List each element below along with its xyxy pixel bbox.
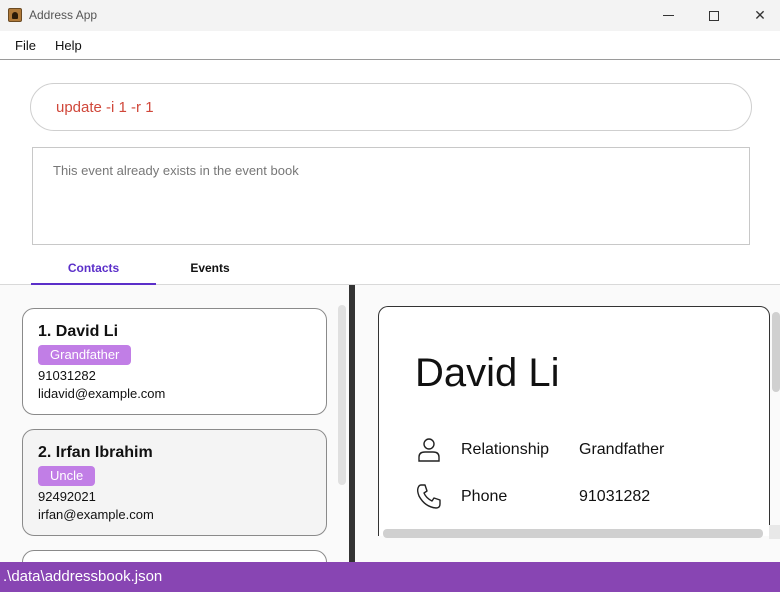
detail-vertical-scrollbar[interactable]	[772, 312, 780, 392]
status-bar: .\data\addressbook.json	[0, 562, 780, 592]
contact-detail-card: David Li Relationship Grandfather Phone …	[378, 306, 770, 536]
person-icon	[418, 438, 440, 462]
detail-value: Grandfather	[579, 441, 665, 458]
contact-email: irfan@example.com	[38, 507, 154, 522]
tab-bar: Contacts Events	[0, 255, 780, 285]
minimize-icon	[662, 15, 674, 16]
contact-email: lidavid@example.com	[38, 386, 166, 401]
window-title: Address App	[29, 8, 98, 22]
relationship-tag: Grandfather	[38, 345, 132, 365]
contact-name: 2. Irfan Ibrahim	[38, 444, 153, 461]
close-button[interactable]: ✕	[737, 0, 780, 31]
contact-detail-panel: David Li Relationship Grandfather Phone …	[355, 285, 780, 562]
command-input-text: update -i 1 -r 1	[56, 99, 154, 116]
maximize-icon	[709, 10, 719, 21]
detail-label: Relationship	[461, 441, 550, 458]
maximize-button[interactable]	[691, 0, 737, 31]
close-icon: ✕	[754, 7, 766, 23]
minimize-button[interactable]	[645, 0, 691, 31]
contact-phone: 92492021	[38, 489, 96, 504]
phone-icon	[416, 484, 441, 509]
contact-list: 1. David Li Grandfather 91031282 lidavid…	[0, 285, 349, 562]
menu-file[interactable]: File	[15, 38, 36, 53]
detail-name: David Li	[415, 351, 560, 395]
relationship-tag: Uncle	[38, 466, 96, 486]
data-file-path: .\data\addressbook.json	[3, 568, 163, 585]
result-display: This event already exists in the event b…	[32, 147, 750, 245]
detail-value: 91031282	[579, 488, 651, 505]
menu-help[interactable]: Help	[55, 38, 82, 53]
detail-horizontal-scrollbar[interactable]	[383, 529, 763, 538]
app-logo-icon	[8, 8, 22, 22]
contact-card[interactable]: 1. David Li Grandfather 91031282 lidavid…	[22, 308, 327, 415]
scrollbar-corner	[769, 525, 780, 539]
contact-name: 1. David Li	[38, 323, 119, 340]
contact-card[interactable]	[22, 550, 327, 562]
detail-label: Phone	[461, 488, 508, 505]
contact-card[interactable]: 2. Irfan Ibrahim Uncle 92492021 irfan@ex…	[22, 429, 327, 536]
result-message: This event already exists in the event b…	[53, 163, 299, 178]
tab-events[interactable]: Events	[160, 261, 260, 285]
menu-bar: File Help	[0, 31, 780, 60]
command-input[interactable]: update -i 1 -r 1	[30, 83, 752, 131]
contact-list-scrollbar[interactable]	[338, 305, 346, 485]
tab-contacts[interactable]: Contacts	[31, 261, 156, 285]
contact-phone: 91031282	[38, 368, 96, 383]
title-bar: Address App ✕	[0, 0, 780, 31]
